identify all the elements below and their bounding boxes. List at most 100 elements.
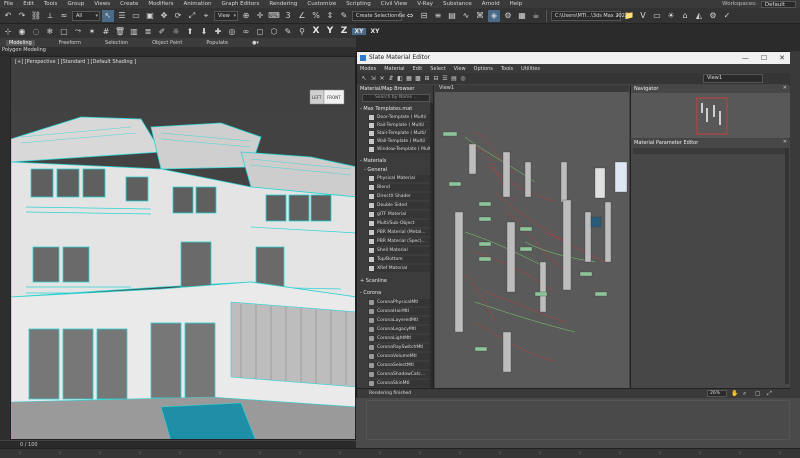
browser-item[interactable]: CoronaLightMtl	[368, 335, 430, 342]
menu-tools[interactable]: Tools	[44, 1, 58, 7]
menu-animation[interactable]: Animation	[184, 1, 212, 7]
grow-icon[interactable]: ⬆	[184, 25, 196, 37]
zoom-extents-icon[interactable]: ⤢	[767, 390, 772, 398]
sme-menu-options[interactable]: Options	[474, 66, 493, 72]
sweep-icon[interactable]: ⤳	[72, 25, 84, 37]
browser-item[interactable]: CoronaHairMtl	[368, 308, 430, 315]
browser-item[interactable]: CoronaLegacyMtl	[368, 326, 430, 333]
viewport-layout-strip[interactable]	[0, 56, 10, 440]
sme-menu-view[interactable]: View	[454, 66, 466, 72]
move-children-icon[interactable]: ⇵	[387, 75, 395, 83]
link-icon[interactable]: ⛓	[30, 10, 42, 22]
layout-children-icon[interactable]: ⊟	[432, 75, 440, 83]
assign-material-icon[interactable]: ⇲	[369, 75, 377, 83]
undo-icon[interactable]: ↶	[2, 10, 14, 22]
curve-editor-icon[interactable]: ∿	[460, 10, 472, 22]
pick-material-icon[interactable]: ↖	[360, 75, 368, 83]
minimize-icon[interactable]: —	[742, 52, 749, 64]
marker-icon[interactable]: ✚	[212, 25, 224, 37]
vray-vfb-icon[interactable]: ▭	[651, 10, 663, 22]
browser-item[interactable]: Physical Material	[368, 175, 430, 182]
close-icon[interactable]: ✕	[783, 139, 787, 145]
vray-light-icon[interactable]: ☀	[665, 10, 677, 22]
browser-item[interactable]: CoronaPhysicalMtl	[368, 299, 430, 306]
ribbon-sub-label[interactable]: Polygon Modeling	[0, 47, 356, 54]
close-icon[interactable]: ✕	[783, 85, 787, 91]
zoom-icon[interactable]: ⌕	[743, 390, 746, 398]
align-icon[interactable]: ⊟	[418, 10, 430, 22]
region-select-icon[interactable]: ▭	[130, 10, 142, 22]
axis-x-button[interactable]: X	[310, 26, 322, 36]
selection-set-dropdown[interactable]: Create Selection Se	[352, 10, 405, 21]
sme-menu-utilities[interactable]: Utilities	[521, 66, 540, 72]
pin-icon[interactable]: ⚲	[296, 25, 308, 37]
parameter-editor-scrollbar[interactable]	[785, 148, 789, 384]
browser-item[interactable]: Window-Template ( Multi	[368, 146, 430, 153]
browser-item[interactable]: Stair-Template ( Multi/	[368, 130, 430, 137]
browser-item[interactable]: DirectX Shader	[368, 193, 430, 200]
node-view-panel[interactable]: View1	[435, 85, 629, 388]
browser-item[interactable]: Top/Bottom	[368, 256, 430, 263]
menu-edit[interactable]: Edit	[23, 1, 34, 7]
percent-snap-icon[interactable]: %	[310, 10, 322, 22]
menu-views[interactable]: Views	[94, 1, 110, 7]
show-background-icon[interactable]: ▩	[414, 75, 422, 83]
select-by-name-icon[interactable]: ☰	[116, 10, 128, 22]
vray-check-icon[interactable]: ✓	[721, 10, 733, 22]
isolate-icon[interactable]: ◉	[16, 25, 28, 37]
menu-group[interactable]: Group	[67, 1, 84, 7]
zoom-level-field[interactable]: 26%	[707, 390, 727, 397]
keyboard-shortcut-icon[interactable]: ⌨	[268, 10, 280, 22]
menu-arnold[interactable]: Arnold	[482, 1, 500, 7]
toggle-ribbon-icon[interactable]: ▤	[446, 10, 458, 22]
menu-modifiers[interactable]: Modifiers	[148, 1, 173, 7]
tweak-icon[interactable]: ✐	[156, 25, 168, 37]
tab-freeform[interactable]: Freeform	[59, 40, 81, 46]
render-setup-icon[interactable]: ⚙	[502, 10, 514, 22]
material-editor-icon[interactable]: ◈	[488, 9, 500, 22]
node-graph[interactable]	[435, 92, 629, 388]
spinner-snap-icon[interactable]: ⇕	[324, 10, 336, 22]
sme-menu-modes[interactable]: Modes	[360, 66, 376, 72]
sme-title-bar[interactable]: Slate Material Editor — ☐ ✕	[357, 52, 791, 64]
select-by-material-icon[interactable]: ◎	[459, 75, 467, 83]
loop-icon[interactable]: ∞	[240, 25, 252, 37]
delete-icon[interactable]: ✕	[378, 75, 386, 83]
display-icon[interactable]: ▢	[58, 25, 70, 37]
browser-search-input[interactable]: Search by Name ...	[362, 94, 430, 102]
tab-selection[interactable]: Selection	[105, 40, 128, 46]
hide-icon[interactable]: ◌	[30, 25, 42, 37]
pan-icon[interactable]: ✋	[731, 390, 738, 397]
ribbon-options-icon[interactable]: ●▾	[252, 40, 259, 46]
tab-modeling[interactable]: Modeling	[6, 39, 35, 46]
schematic-view-icon[interactable]: ⌘	[474, 10, 486, 22]
axis-y-button[interactable]: Y	[324, 26, 336, 36]
view-selector-dropdown[interactable]: View1	[703, 74, 763, 83]
rendered-frame-window-icon[interactable]: ▦	[516, 10, 528, 22]
sme-menu-edit[interactable]: Edit	[413, 66, 423, 72]
menu-civil-view[interactable]: Civil View	[381, 1, 407, 7]
maximize-icon[interactable]: ☐	[761, 52, 767, 64]
viewport-label[interactable]: [+] [Perspective ] [Standard ] [Default …	[15, 59, 136, 65]
navigator-thumbnail[interactable]	[631, 93, 791, 138]
unlink-icon[interactable]: ⟂	[44, 10, 56, 22]
browser-section-general[interactable]: - General	[364, 167, 387, 173]
close-icon[interactable]: ✕	[779, 52, 785, 64]
perspective-viewport[interactable]: [+] [Perspective ] [Standard ] [Default …	[10, 56, 356, 440]
vray-settings-icon[interactable]: ⚙	[707, 10, 719, 22]
browser-item[interactable]: Shell Material	[368, 247, 430, 254]
grid-icon[interactable]: #	[100, 25, 112, 37]
bulb-icon[interactable]: ☼	[170, 25, 182, 37]
viewcube-icon[interactable]: LEFT FRONT	[309, 87, 349, 107]
menu-graph-editors[interactable]: Graph Editors	[222, 1, 260, 7]
tab-view1[interactable]: View1	[435, 85, 629, 92]
sme-menu-select[interactable]: Select	[430, 66, 445, 72]
browser-item[interactable]: CoronaSkinMtl	[368, 380, 430, 387]
parameter-editor-icon[interactable]: ▤	[450, 75, 458, 83]
scale-icon[interactable]: ⤢	[186, 10, 198, 22]
cube-icon[interactable]: ◻	[254, 25, 266, 37]
menu-create[interactable]: Create	[120, 1, 138, 7]
select-object-icon[interactable]: ↖	[102, 9, 114, 22]
window-crossing-icon[interactable]: ▣	[144, 10, 156, 22]
move-icon[interactable]: ✥	[158, 10, 170, 22]
